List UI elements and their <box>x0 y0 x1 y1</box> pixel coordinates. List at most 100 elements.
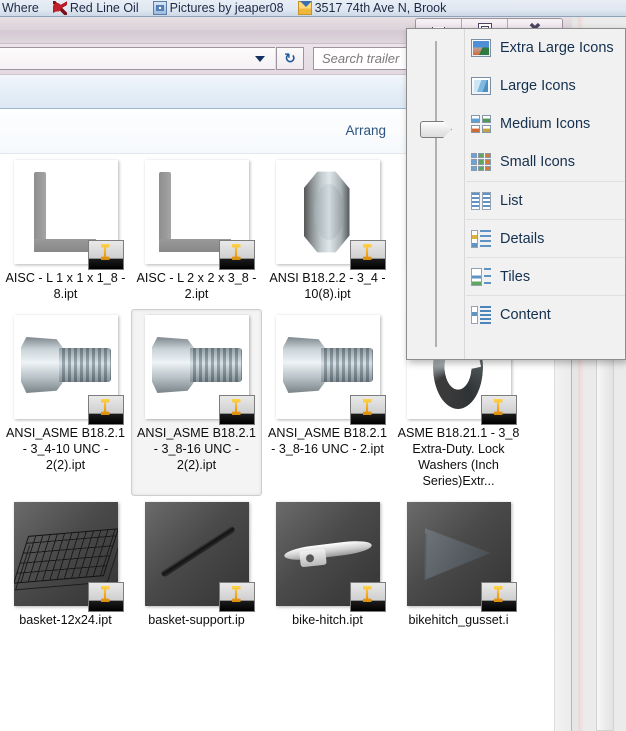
icon-size-slider-column[interactable] <box>407 29 465 359</box>
menu-item-label: List <box>500 192 523 209</box>
file-thumbnail <box>144 315 255 425</box>
menu-item-label: Content <box>500 306 551 323</box>
inventor-part-badge-icon <box>349 240 386 270</box>
file-name-label: ANSI_ASME B18.2.1 - 3_8-16 UNC - 2(2).ip… <box>136 426 256 472</box>
slider-track[interactable] <box>435 41 437 347</box>
bookmark-label: Red Line Oil <box>69 1 139 15</box>
arrange-by-label[interactable]: Arrang <box>345 123 386 138</box>
inventor-part-badge-icon <box>218 240 255 270</box>
inventor-part-badge-icon <box>349 395 386 425</box>
extra-large-icons-icon <box>471 39 491 57</box>
details-icon <box>471 229 491 248</box>
file-item[interactable]: AISC - L 1 x 1 x 1_8 - 8.ipt <box>0 154 131 309</box>
file-row: basket-12x24.ipt basket-support.ip bike-… <box>0 496 543 635</box>
file-thumbnail <box>144 502 255 612</box>
file-item[interactable]: AISC - L 2 x 2 x 3_8 - 2.ipt <box>131 154 262 309</box>
content-icon <box>471 305 491 324</box>
file-item-selected[interactable]: ANSI_ASME B18.2.1 - 3_8-16 UNC - 2(2).ip… <box>131 309 262 496</box>
address-bar[interactable] <box>0 47 275 70</box>
menu-item-label: Details <box>500 230 545 247</box>
browser-bookmark-bar: Where Red Line Oil Pictures by jeaper08 … <box>0 0 626 17</box>
menu-item-label: Large Icons <box>500 78 576 94</box>
redline-icon <box>52 1 67 15</box>
menu-item-label: Tiles <box>500 268 531 285</box>
file-name-label: ANSI_ASME B18.2.1 - 3_8-16 UNC - 2.ipt <box>267 426 387 456</box>
hex-bolt-icon <box>151 337 242 393</box>
bookmark-red-line-oil[interactable]: Red Line Oil <box>52 1 139 15</box>
file-item[interactable]: basket-support.ip <box>131 496 262 635</box>
refresh-icon: ↻ <box>284 50 296 67</box>
file-thumbnail <box>275 502 386 612</box>
file-thumbnail <box>13 315 124 425</box>
file-name-label: bike-hitch.ipt <box>292 613 363 627</box>
menu-item-tiles[interactable]: Tiles <box>466 257 625 295</box>
menu-item-large-icons[interactable]: Large Icons <box>466 67 625 105</box>
inventor-part-badge-icon <box>218 395 255 425</box>
file-item[interactable]: ANSI_ASME B18.2.1 - 3_4-10 UNC - 2(2).ip… <box>0 309 131 496</box>
menu-item-details[interactable]: Details <box>466 219 625 257</box>
file-thumbnail <box>406 502 517 612</box>
inventor-part-badge-icon <box>87 582 124 612</box>
file-thumbnail <box>144 160 255 270</box>
file-name-label: basket-support.ip <box>148 613 245 627</box>
inventor-part-badge-icon <box>480 395 517 425</box>
bookmark-where[interactable]: Where <box>2 1 39 15</box>
menu-item-list[interactable]: List <box>466 181 625 219</box>
file-item[interactable]: basket-12x24.ipt <box>0 496 131 635</box>
tiles-icon <box>471 267 491 286</box>
bookmark-address[interactable]: 3517 74th Ave N, Brook <box>297 1 447 15</box>
file-item[interactable]: bikehitch_gusset.i <box>393 496 524 635</box>
angle-bracket-icon <box>33 172 96 252</box>
view-menu-items: Extra Large Icons Large Icons Medium Ico… <box>466 29 625 333</box>
folder-pin-icon <box>297 1 312 15</box>
file-thumbnail <box>13 502 124 612</box>
inventor-part-badge-icon <box>87 240 124 270</box>
search-input[interactable]: Search trailer <box>313 47 413 70</box>
file-thumbnail <box>275 160 386 270</box>
inventor-part-badge-icon <box>218 582 255 612</box>
list-icon <box>471 191 491 210</box>
file-name-label: ANSI B18.2.2 - 3_4 - 10(8).ipt <box>269 271 386 301</box>
bike-hitch-icon <box>283 536 372 570</box>
menu-item-label: Extra Large Icons <box>500 40 614 56</box>
file-item[interactable]: bike-hitch.ipt <box>262 496 393 635</box>
file-name-label: basket-12x24.ipt <box>19 613 112 627</box>
bookmark-label: 3517 74th Ave N, Brook <box>314 1 447 15</box>
file-item[interactable]: ANSI B18.2.2 - 3_4 - 10(8).ipt <box>262 154 393 309</box>
bookmark-label: Where <box>2 1 39 15</box>
menu-item-content[interactable]: Content <box>466 295 625 333</box>
hex-nut-icon <box>303 171 350 253</box>
icon-size-slider-thumb[interactable] <box>420 121 452 138</box>
file-name-label: ASME B18.21.1 - 3_8 Extra-Duty. Lock Was… <box>397 426 520 488</box>
hex-bolt-icon <box>282 337 373 393</box>
picture-icon <box>152 1 167 15</box>
inventor-part-badge-icon <box>480 582 517 612</box>
file-thumbnail <box>13 160 124 270</box>
menu-item-extra-large-icons[interactable]: Extra Large Icons <box>466 29 625 67</box>
hex-bolt-icon <box>20 337 111 393</box>
bookmark-label: Pictures by jeaper08 <box>169 1 284 15</box>
inventor-part-badge-icon <box>87 395 124 425</box>
file-item[interactable]: ANSI_ASME B18.2.1 - 3_8-16 UNC - 2.ipt <box>262 309 393 496</box>
file-name-label: AISC - L 1 x 1 x 1_8 - 8.ipt <box>5 271 126 301</box>
file-name-label: AISC - L 2 x 2 x 3_8 - 2.ipt <box>136 271 257 301</box>
medium-icons-icon <box>471 115 491 133</box>
menu-item-label: Small Icons <box>500 154 575 170</box>
search-placeholder: Search trailer <box>322 51 400 66</box>
large-icons-icon <box>471 77 491 95</box>
chevron-down-icon[interactable] <box>255 55 265 62</box>
inventor-part-badge-icon <box>349 582 386 612</box>
menu-item-label: Medium Icons <box>500 116 591 132</box>
small-icons-icon <box>471 153 491 171</box>
bookmark-pictures[interactable]: Pictures by jeaper08 <box>152 1 284 15</box>
refresh-button[interactable]: ↻ <box>276 47 304 70</box>
menu-item-small-icons[interactable]: Small Icons <box>466 143 625 181</box>
view-options-dropdown-menu[interactable]: Extra Large Icons Large Icons Medium Ico… <box>406 28 626 360</box>
menu-item-medium-icons[interactable]: Medium Icons <box>466 105 625 143</box>
file-name-label: ANSI_ASME B18.2.1 - 3_4-10 UNC - 2(2).ip… <box>5 426 125 472</box>
support-rod-icon <box>159 525 236 578</box>
wire-basket-icon <box>13 528 118 584</box>
file-thumbnail <box>275 315 386 425</box>
gusset-plate-icon <box>424 528 491 580</box>
file-name-label: bikehitch_gusset.i <box>408 613 509 627</box>
